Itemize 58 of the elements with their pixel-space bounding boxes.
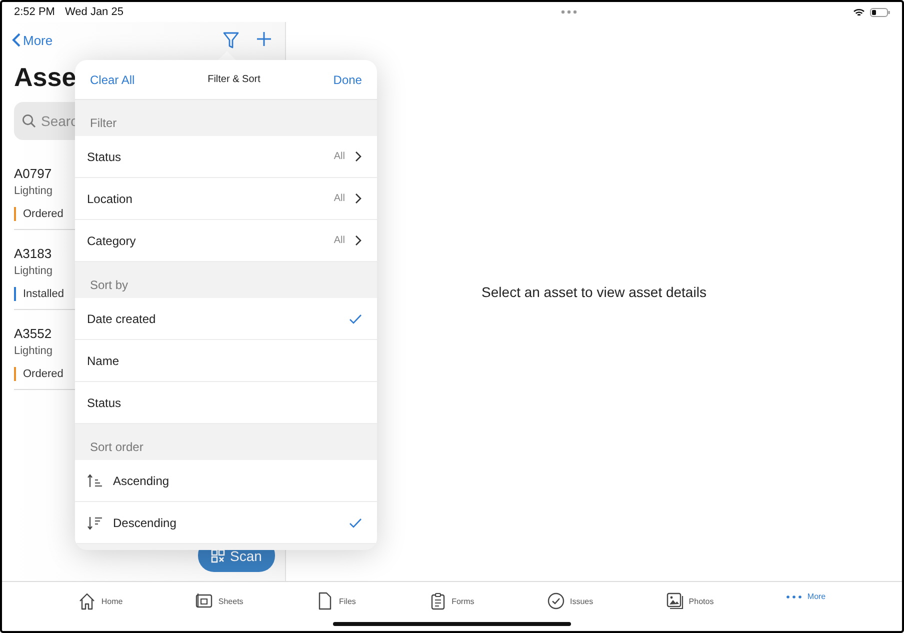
chevron-right-icon xyxy=(355,151,362,162)
qr-code-icon xyxy=(211,548,226,562)
tab-bar-item[interactable]: Photos xyxy=(666,592,714,610)
page-title: Asse xyxy=(14,62,76,92)
sheets-icon xyxy=(195,592,214,610)
search-icon xyxy=(22,114,36,128)
section-header: Sort order xyxy=(89,439,144,456)
filter-value: All xyxy=(334,235,345,246)
tab-bar-item[interactable]: Issues xyxy=(546,592,594,610)
filter-value: All xyxy=(334,151,345,162)
option-row[interactable]: Location All xyxy=(75,178,377,220)
asset-id: A0797 xyxy=(14,166,52,181)
sort-ascending-icon xyxy=(87,474,103,488)
filter-value: All xyxy=(334,193,345,204)
back-link[interactable]: More xyxy=(12,32,53,48)
chevron-right-icon xyxy=(355,235,362,246)
option-row[interactable]: Ascending xyxy=(75,460,377,502)
more-dots-icon xyxy=(561,10,577,14)
photos-icon xyxy=(666,592,684,610)
asset-id: A3552 xyxy=(14,326,52,341)
option-row[interactable]: Status All xyxy=(75,136,377,178)
battery-icon xyxy=(870,8,890,16)
wifi-icon xyxy=(853,8,865,16)
popover-title: Filter & Sort xyxy=(208,74,260,85)
chevron-right-icon xyxy=(355,193,362,204)
file-icon xyxy=(316,592,334,610)
more-dots-icon xyxy=(786,594,802,598)
filter-icon[interactable] xyxy=(223,32,239,48)
section-header: Sort by xyxy=(89,277,130,294)
status-date: Wed Jan 25 xyxy=(64,6,124,18)
status-time: 2:52 PM xyxy=(14,6,55,18)
option-row[interactable]: Date created xyxy=(75,298,377,340)
option-row[interactable]: Name xyxy=(75,340,377,382)
asset-status: Installed xyxy=(14,287,64,301)
tab-bar-item[interactable]: Forms xyxy=(428,592,474,610)
asset-status: Ordered xyxy=(14,367,64,381)
asset-id: A3183 xyxy=(14,246,52,261)
clear-all-button[interactable]: Clear All xyxy=(90,72,135,86)
tab-bar-item[interactable]: Files xyxy=(316,592,356,610)
home-icon xyxy=(78,592,96,610)
option-row[interactable]: Descending xyxy=(75,502,377,544)
section-header: Filter xyxy=(89,115,118,132)
option-row[interactable]: Category All xyxy=(75,220,377,262)
check-circle-icon xyxy=(546,592,565,610)
tab-bar-item[interactable]: Home xyxy=(78,592,123,610)
clipboard-icon xyxy=(428,592,447,610)
tab-bar-item[interactable]: Sheets xyxy=(195,592,244,610)
asset-category: Lighting xyxy=(14,345,53,357)
asset-category: Lighting xyxy=(14,265,53,277)
back-chevron-icon xyxy=(12,33,21,47)
add-icon[interactable] xyxy=(257,32,271,46)
asset-category: Lighting xyxy=(14,185,53,197)
option-row[interactable]: Status xyxy=(75,382,377,424)
asset-status: Ordered xyxy=(14,207,64,221)
done-button[interactable]: Done xyxy=(333,72,362,86)
sort-descending-icon xyxy=(87,516,103,530)
tab-bar-item[interactable]: More xyxy=(786,592,826,601)
empty-state-message: Select an asset to view asset details xyxy=(482,284,706,300)
